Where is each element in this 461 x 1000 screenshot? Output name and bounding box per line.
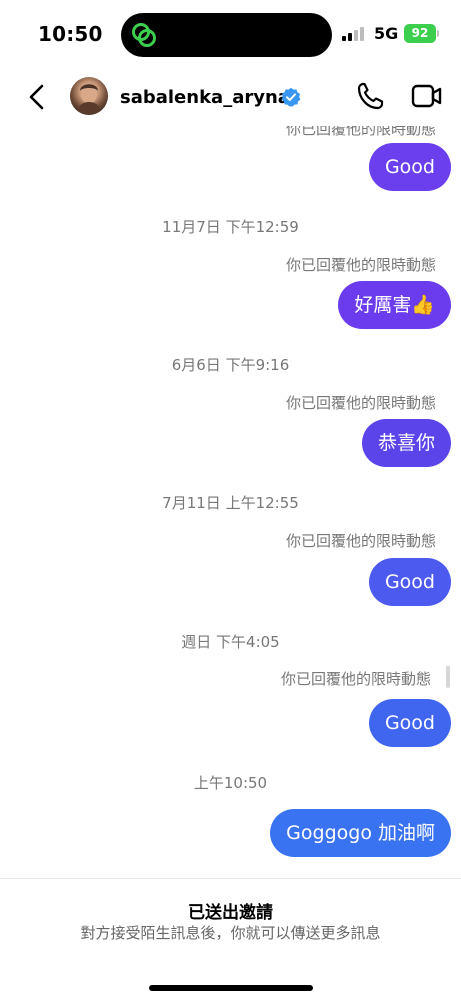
story-reply-label: 你已回覆他的限時動態 <box>285 126 436 138</box>
chat-header: sabalenka_aryna <box>0 68 461 126</box>
verified-badge-icon <box>281 87 301 107</box>
story-reply-label: 你已回覆他的限時動態 <box>285 256 436 274</box>
battery-tip <box>437 30 439 37</box>
network-type: 5G <box>374 24 399 43</box>
chevron-left-icon[interactable] <box>22 80 52 114</box>
message-bubble[interactable]: Good <box>368 143 451 191</box>
message-bubble[interactable]: Good <box>368 558 451 606</box>
invite-sent-title: 已送出邀請 <box>188 903 273 923</box>
message-timestamp: 6月6日 下午9:16 <box>171 356 290 374</box>
status-bar: 10:50 5G 92 <box>0 0 461 68</box>
dynamic-island <box>121 13 332 57</box>
signal-icon <box>342 27 366 41</box>
message-bubble[interactable]: 好厲害👍 <box>338 281 451 329</box>
message-bubble[interactable]: 恭喜你 <box>361 419 451 467</box>
message-bubble[interactable]: Good <box>368 699 451 747</box>
video-camera-icon[interactable] <box>411 82 443 110</box>
message-thread[interactable]: 你已回覆他的限時動態 Good 11月7日 下午12:59 你已回覆他的限時動態… <box>0 126 461 878</box>
battery-icon: 92 <box>404 24 436 43</box>
scrollbar[interactable] <box>446 666 450 688</box>
invite-footer: 已送出邀請 對方接受陌生訊息後，你就可以傳送更多訊息 <box>0 878 461 1000</box>
message-timestamp: 週日 下午4:05 <box>181 633 280 651</box>
chat-username[interactable]: sabalenka_aryna <box>120 87 290 108</box>
message-timestamp: 7月11日 上午12:55 <box>162 494 299 512</box>
link-icon <box>132 23 156 47</box>
story-reply-label: 你已回覆他的限時動態 <box>285 394 436 412</box>
story-reply-label: 你已回覆他的限時動態 <box>280 670 431 688</box>
story-reply-label: 你已回覆他的限時動態 <box>285 532 436 550</box>
phone-icon[interactable] <box>356 81 384 111</box>
message-timestamp: 11月7日 下午12:59 <box>162 218 299 236</box>
status-time: 10:50 <box>38 22 103 46</box>
message-timestamp: 上午10:50 <box>193 774 268 792</box>
message-bubble[interactable]: Goggogo 加油啊 <box>270 809 451 857</box>
home-indicator[interactable] <box>149 985 313 991</box>
invite-sent-subtitle: 對方接受陌生訊息後，你就可以傳送更多訊息 <box>80 924 381 942</box>
avatar[interactable] <box>70 77 108 115</box>
